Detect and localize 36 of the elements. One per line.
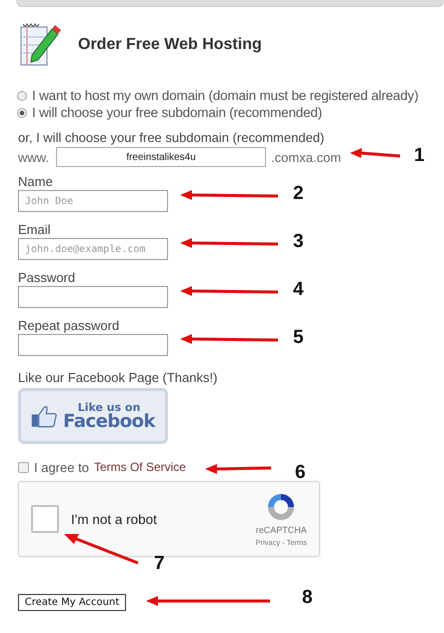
terms-link[interactable]: Terms Of Service [94, 460, 186, 474]
page-title: Order Free Web Hosting [78, 36, 262, 54]
annotation-number: 8 [302, 587, 313, 609]
annotation-number: 4 [293, 279, 304, 301]
annotation-number: 1 [414, 145, 425, 167]
annotation-number: 5 [293, 327, 304, 349]
captcha-label: I'm not a robot [71, 512, 158, 526]
captcha-checkbox[interactable] [31, 505, 59, 533]
terms-label: I agree to [34, 460, 89, 474]
annotation-number: 6 [295, 462, 306, 484]
annotation-number: 7 [154, 553, 165, 575]
annotation-number: 3 [293, 231, 304, 253]
subdomain-label: or, I will choose your free subdomain (recommended) [18, 130, 326, 145]
checkbox[interactable] [18, 462, 29, 472]
input-field[interactable] [18, 286, 168, 308]
input-field[interactable]: John Doe [18, 190, 168, 212]
subdomain-field[interactable]: freeinstalikes4u [56, 147, 266, 167]
field-label: Email [18, 222, 52, 237]
annotation-arrow [205, 463, 273, 475]
facebook-like-button[interactable]: Like us on Facebook [18, 388, 168, 444]
www-prefix: www. [18, 150, 50, 164]
radio-label: I will choose your free subdomain (recommended) [32, 105, 322, 120]
domain-suffix: .comxa.com [271, 150, 342, 164]
facebook-label: Like our Facebook Page (Thanks!) [18, 370, 218, 385]
radio-button[interactable] [17, 108, 27, 118]
field-label: Name [18, 174, 54, 189]
field-label: Repeat password [18, 318, 120, 333]
recaptcha-brand: reCAPTCHA [256, 525, 307, 535]
radio-button[interactable] [17, 90, 27, 100]
annotation-arrow [350, 148, 402, 160]
input-field[interactable] [18, 334, 168, 356]
annotation-number: 2 [293, 183, 304, 205]
field-label: Password [18, 270, 76, 285]
create-account-button[interactable]: Create My Account [18, 594, 126, 611]
input-field[interactable]: john.doe@example.com [18, 238, 168, 260]
radio-label: I want to host my own domain (domain must be registered already) [32, 88, 418, 103]
